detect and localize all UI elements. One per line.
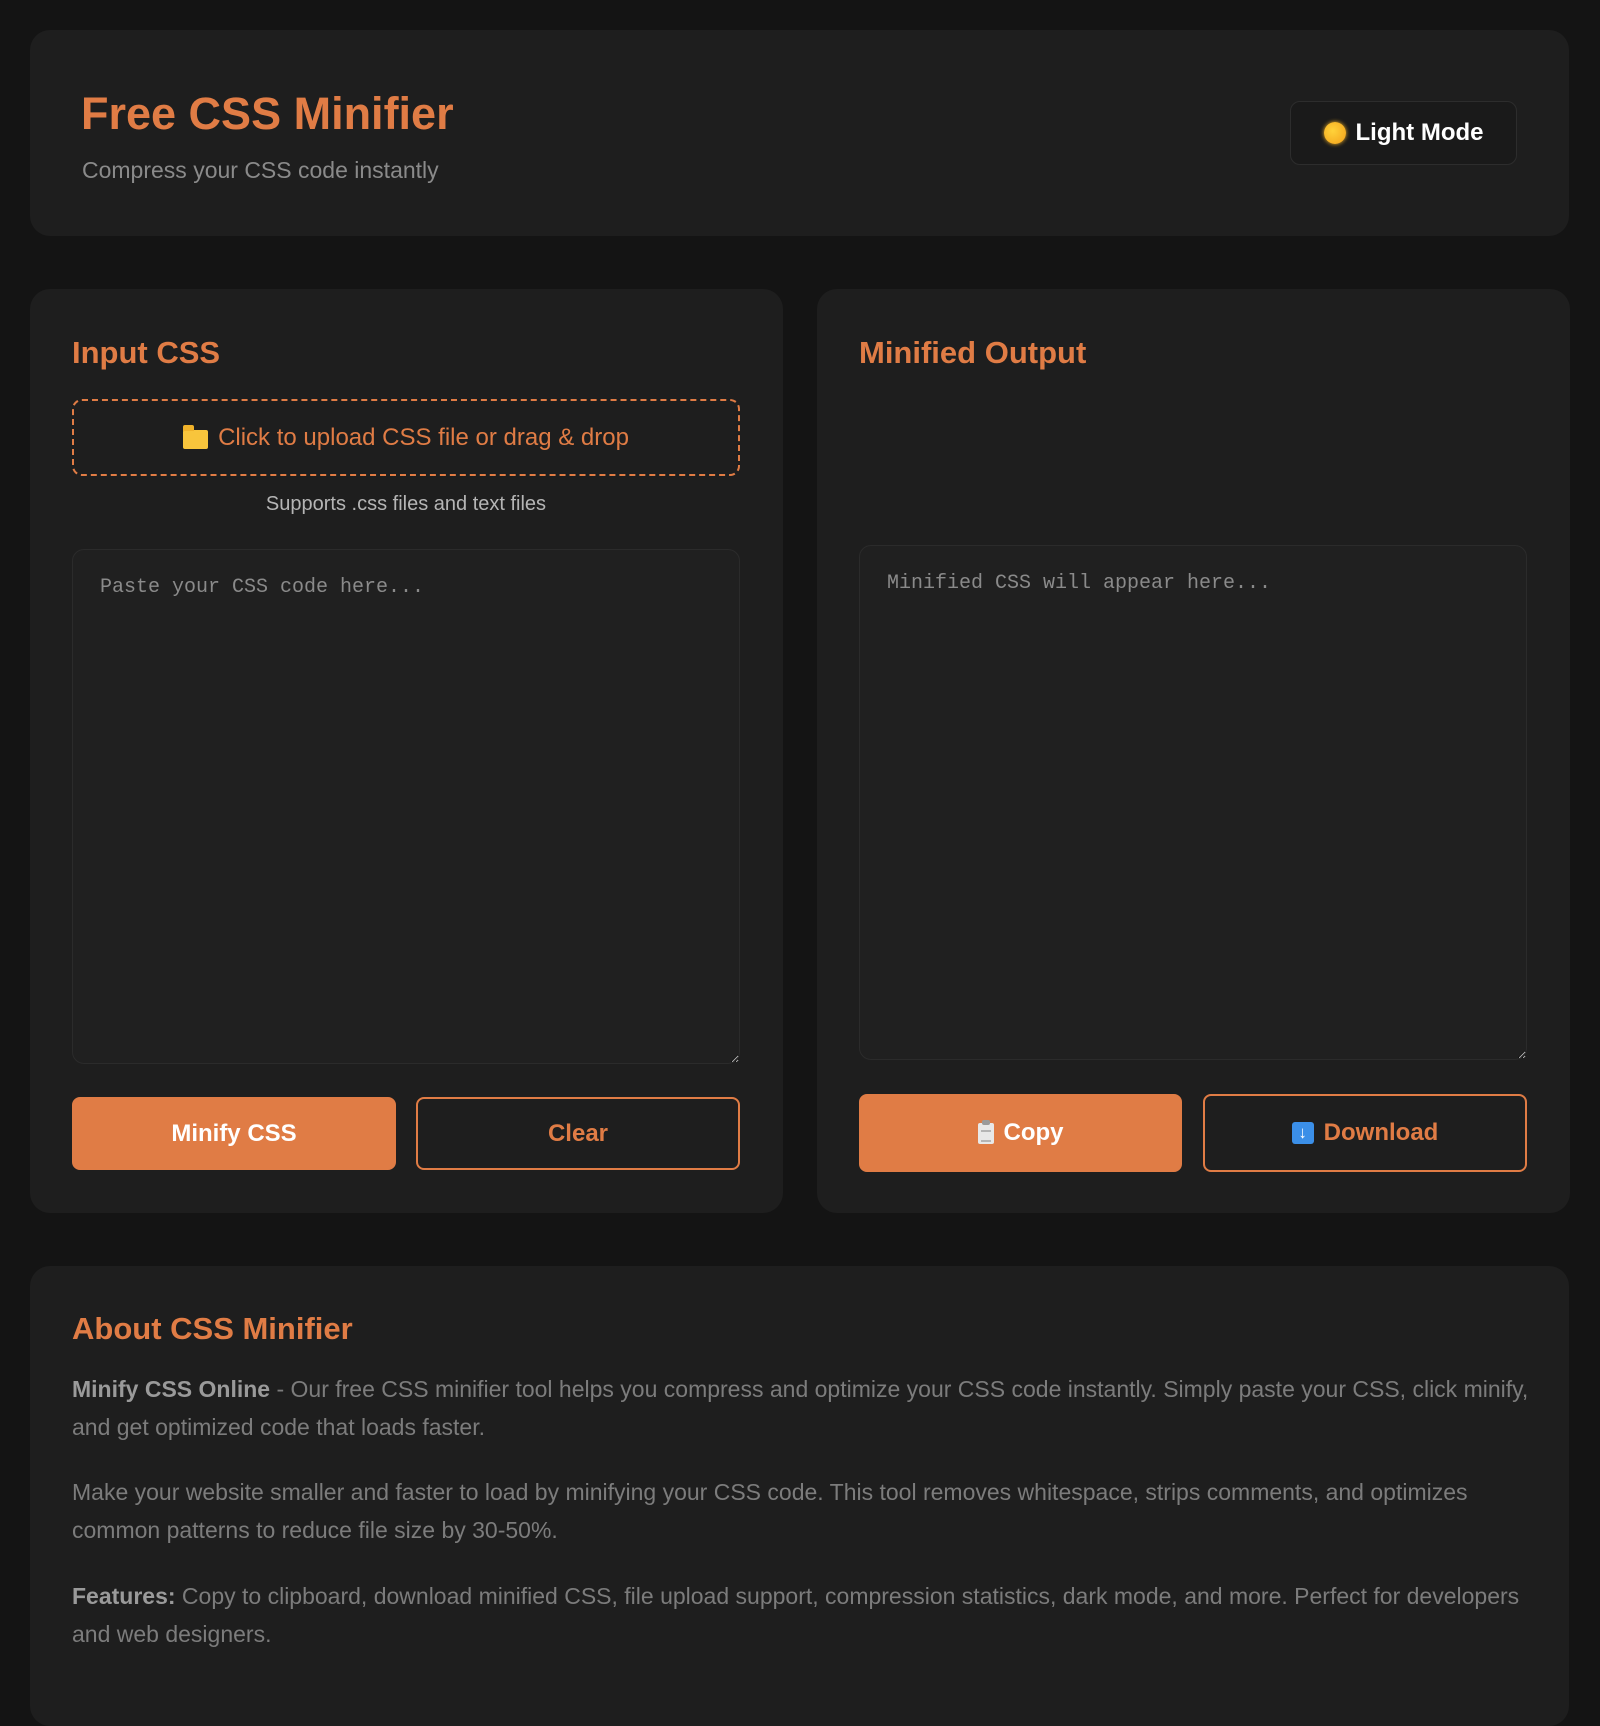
download-arrow-icon: ↓	[1291, 1122, 1314, 1144]
upload-hint: Supports .css files and text files	[265, 493, 547, 515]
about-features-text: Copy to clipboard, download minified CSS…	[72, 1583, 1520, 1647]
about-intro-text: - Our free CSS minifier tool helps you c…	[72, 1376, 1529, 1440]
download-label: Download	[1323, 1119, 1439, 1146]
about-title: About CSS Minifier	[72, 1311, 353, 1346]
clear-button[interactable]: Clear	[416, 1097, 740, 1170]
folder-icon	[183, 424, 209, 449]
copy-label: Copy	[1003, 1119, 1064, 1146]
output-panel-title: Minified Output	[859, 335, 1087, 370]
file-upload-dropzone[interactable]: Click to upload CSS file or drag & drop	[72, 399, 740, 476]
about-paragraph-benefits: Make your website smaller and faster to …	[72, 1479, 1468, 1543]
input-panel: Input CSS Click to upload CSS file or dr…	[30, 289, 783, 1213]
page-title: Free CSS Minifier	[81, 88, 454, 139]
about-paragraph-features: Features: Copy to clipboard, download mi…	[72, 1577, 1532, 1653]
light-mode-toggle-button[interactable]: Light Mode	[1290, 101, 1517, 165]
css-output-textarea[interactable]	[859, 545, 1527, 1060]
about-paragraph-intro: Minify CSS Online - Our free CSS minifie…	[72, 1370, 1532, 1446]
input-panel-title: Input CSS	[72, 335, 221, 370]
about-intro-bold: Minify CSS Online	[72, 1376, 271, 1402]
output-panel: Minified Output Copy ↓ Download	[817, 289, 1570, 1213]
page-subtitle: Compress your CSS code instantly	[82, 157, 439, 183]
minify-css-button[interactable]: Minify CSS	[72, 1097, 396, 1170]
sun-icon	[1323, 122, 1346, 144]
upload-label: Click to upload CSS file or drag & drop	[218, 423, 629, 451]
light-mode-label: Light Mode	[1355, 119, 1484, 146]
download-button[interactable]: ↓ Download	[1203, 1094, 1527, 1172]
css-input-textarea[interactable]	[72, 549, 740, 1064]
clipboard-icon	[977, 1119, 994, 1144]
header-card: Free CSS Minifier Compress your CSS code…	[30, 30, 1569, 236]
copy-button[interactable]: Copy	[859, 1094, 1182, 1172]
about-features-bold: Features:	[72, 1583, 176, 1609]
about-section: About CSS Minifier Minify CSS Online - O…	[30, 1266, 1569, 1726]
